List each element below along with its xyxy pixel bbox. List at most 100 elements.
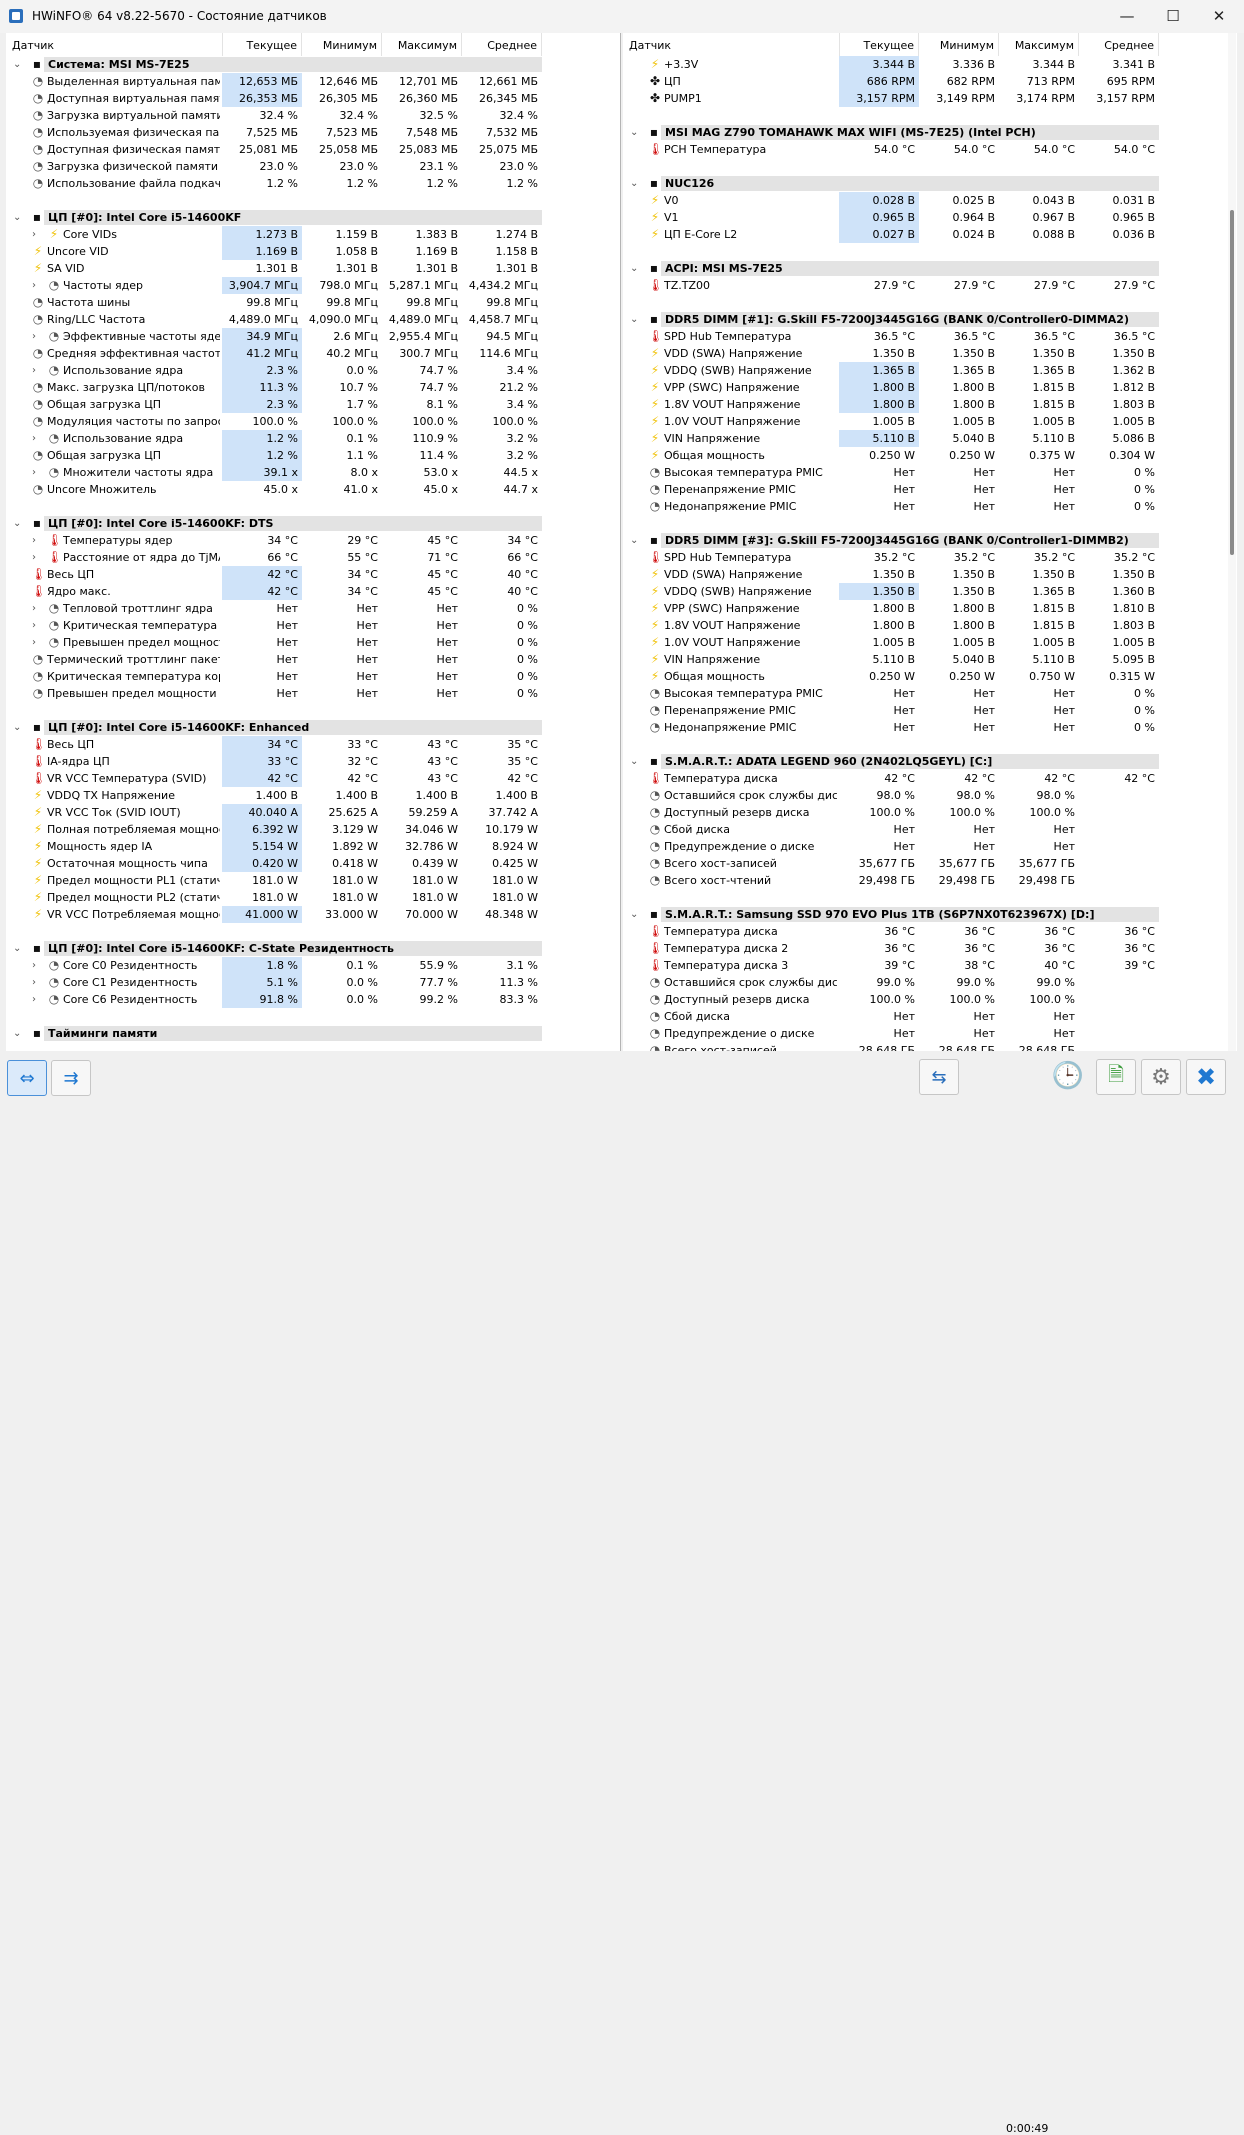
scrollbar-thumb[interactable]	[1230, 210, 1234, 555]
collapse-chevron-icon[interactable]: ⌄	[630, 311, 638, 328]
collapse-chevron-icon[interactable]: ⌄	[13, 56, 21, 73]
expand-chevron-icon[interactable]: ›	[32, 600, 36, 617]
sensor-row[interactable]: ⚡ Общая мощность 0.250 W 0.250 W 0.375 W 0.30…	[623, 447, 1237, 464]
header-max[interactable]: Максимум	[382, 33, 462, 56]
expand-chevron-icon[interactable]: ›	[32, 532, 36, 549]
sensor-row[interactable]: ◔ Высокая температура PMIC Нет Нет Нет 0 %	[623, 464, 1237, 481]
expand-chevron-icon[interactable]: ›	[32, 362, 36, 379]
collapse-chevron-icon[interactable]: ⌄	[630, 124, 638, 141]
sensor-row[interactable]: ◔ Загрузка физической памяти 23.0 % 23.0 % 2…	[6, 158, 620, 175]
sensor-row[interactable]: › ◔ Множители частоты ядра 39.1 x 8.0 x 53.0 …	[6, 464, 620, 481]
sensor-row[interactable]: › ◔ Превышен предел мощност... Нет Нет Нет 0 %	[6, 634, 620, 651]
sensor-row[interactable]: ⚡ Предел мощности PL1 (статично) 181.0 W 18…	[6, 872, 620, 889]
header-min[interactable]: Минимум	[919, 33, 999, 56]
header-max[interactable]: Максимум	[999, 33, 1079, 56]
expand-chevron-icon[interactable]: ›	[32, 549, 36, 566]
sensor-row[interactable]: 🌡 VR VCC Температура (SVID) 42 °C 42 °C 43 °…	[6, 770, 620, 787]
collapse-chevron-icon[interactable]: ⌄	[630, 532, 638, 549]
sensor-row[interactable]: › ◔ Тепловой троттлинг ядра Нет Нет Нет 0 %	[6, 600, 620, 617]
sensor-row[interactable]: ◔ Доступный резерв диска 100.0 % 100.0 % 100…	[623, 991, 1237, 1008]
sensor-row[interactable]: 🌡 Весь ЦП 42 °C 34 °C 45 °C 40 °C	[6, 566, 620, 583]
sensor-group-header[interactable]: ⌄ ▪ ЦП [#0]: Intel Core i5-14600KF: C-Stat…	[6, 940, 620, 957]
sensor-row[interactable]: ⚡ Мощность ядер IA 5.154 W 1.892 W 32.786 W 8…	[6, 838, 620, 855]
sensor-group-header[interactable]: ⌄ ▪ NUC126	[623, 175, 1237, 192]
sensor-row[interactable]: ◔ Общая загрузка ЦП 1.2 % 1.1 % 11.4 % 3.2 %	[6, 447, 620, 464]
sensor-row[interactable]: ⚡ V1 0.965 В 0.964 В 0.967 В 0.965 В	[623, 209, 1237, 226]
sensor-row[interactable]: › ◔ Эффективные частоты ядер 34.9 МГц 2.6 МГ…	[6, 328, 620, 345]
logging-button[interactable]: 🗎	[1096, 1059, 1136, 1095]
sensor-row[interactable]: ◔Выделенная виртуальная память12,653 МБ 1…	[6, 73, 620, 90]
sensor-row[interactable]: › ◔ Использование ядра 2.3 % 0.0 % 74.7 % 3.4 …	[6, 362, 620, 379]
sensor-row[interactable]: › 🌡 Расстояние от ядра до TjMAX 66 °C 55 °C 7…	[6, 549, 620, 566]
sensor-row[interactable]: › ◔ Core C0 Резидентность 1.8 % 0.1 % 55.9 % 3…	[6, 957, 620, 974]
sensor-row[interactable]: ◔ Общая загрузка ЦП 2.3 % 1.7 % 8.1 % 3.4 %	[6, 396, 620, 413]
layout-button[interactable]: ⇉	[51, 1060, 91, 1096]
collapse-chevron-icon[interactable]: ⌄	[13, 940, 21, 957]
sensor-group-header[interactable]: ⌄ ▪ ЦП [#0]: Intel Core i5-14600KF: DTS	[6, 515, 620, 532]
sensor-group-header[interactable]: ⌄ ▪ ЦП [#0]: Intel Core i5-14600KF	[6, 209, 620, 226]
expand-chevron-icon[interactable]: ›	[32, 991, 36, 1008]
expand-chevron-icon[interactable]: ›	[32, 328, 36, 345]
collapse-chevron-icon[interactable]: ⌄	[13, 719, 21, 736]
sensor-row[interactable]: ◔ Высокая температура PMIC Нет Нет Нет 0 %	[623, 685, 1237, 702]
sensor-row[interactable]: ◔ Uncore Множитель 45.0 x 41.0 x 45.0 x 44.7 …	[6, 481, 620, 498]
sensor-row[interactable]: › ◔ Использование ядра 1.2 % 0.1 % 110.9 % 3.2…	[6, 430, 620, 447]
sensor-row[interactable]: 🌡 Температура диска 3 39 °C 38 °C 40 °C 39 °C	[623, 957, 1237, 974]
sensor-row[interactable]: ◔ Перенапряжение PMIC Нет Нет Нет 0 %	[623, 702, 1237, 719]
sensor-row[interactable]: ◔Термический троттлинг пакета... Нет Нет Не…	[6, 651, 620, 668]
sensor-group-header[interactable]: ⌄ ▪ MSI MAG Z790 TOMAHAWK MAX WIFI (MS-7E2…	[623, 124, 1237, 141]
header-sensor[interactable]: Датчик	[629, 33, 840, 56]
sensor-row[interactable]: ✤ PUMP1 3,157 RPM 3,149 RPM 3,174 RPM 3,157 R…	[623, 90, 1237, 107]
sensor-row[interactable]: 🌡 Ядро макс. 42 °C 34 °C 45 °C 40 °C	[6, 583, 620, 600]
minimize-button[interactable]: —	[1104, 0, 1150, 32]
expand-chevron-icon[interactable]: ›	[32, 634, 36, 651]
sensor-row[interactable]: ◔ Доступная виртуальная память 26,353 МБ 26…	[6, 90, 620, 107]
sensor-row[interactable]: ◔ Всего хост-записей 35,677 ГБ 35,677 ГБ 35,…	[623, 855, 1237, 872]
sensor-row[interactable]: › ◔ Core C1 Резидентность 5.1 % 0.0 % 77.7 % 1…	[6, 974, 620, 991]
sensor-row[interactable]: ◔ Доступная физическая память 25,081 МБ 25,…	[6, 141, 620, 158]
sensor-row[interactable]: ◔Превышен предел мощности па... Нет Нет Нет…	[6, 685, 620, 702]
sensor-row[interactable]: ⚡ 1.8V VOUT Напряжение 1.800 В 1.800 В 1.815…	[623, 617, 1237, 634]
right-sensor-pane[interactable]: Датчик Текущее Минимум Максимум Среднее …	[623, 33, 1237, 1051]
collapse-chevron-icon[interactable]: ⌄	[630, 260, 638, 277]
expand-collapse-button[interactable]: ⇔	[7, 1060, 47, 1096]
sensor-row[interactable]: ◔ Недонапряжение PMIC Нет Нет Нет 0 %	[623, 719, 1237, 736]
collapse-chevron-icon[interactable]: ⌄	[13, 1025, 21, 1042]
sensor-row[interactable]: ◔ Оставшийся срок службы диска 98.0 % 98.0 …	[623, 787, 1237, 804]
sensor-row[interactable]: ⚡ ЦП E-Core L2 0.027 В 0.024 В 0.088 В 0.036 …	[623, 226, 1237, 243]
exit-button[interactable]: ✖	[1186, 1059, 1226, 1095]
header-min[interactable]: Минимум	[302, 33, 382, 56]
sensor-group-header[interactable]: ⌄ ▪ S.M.A.R.T.: ADATA LEGEND 960 (2N402LQ5…	[623, 753, 1237, 770]
header-avg[interactable]: Среднее	[1079, 33, 1159, 56]
sensor-row[interactable]: ◔ Частота шины 99.8 МГц 99.8 МГц 99.8 МГц 99.…	[6, 294, 620, 311]
header-current[interactable]: Текущее	[839, 33, 919, 56]
expand-chevron-icon[interactable]: ›	[32, 430, 36, 447]
sensor-row[interactable]: ◔ Перенапряжение PMIC Нет Нет Нет 0 %	[623, 481, 1237, 498]
sensor-row[interactable]: ⚡ VIN Напряжение 5.110 В 5.040 В 5.110 В 5.08…	[623, 430, 1237, 447]
sensor-row[interactable]: ⚡ VR VCC Потребляемая мощност...41.000 W 3…	[6, 906, 620, 923]
sensor-row[interactable]: ⚡ VR VCC Ток (SVID IOUT) 40.040 A 25.625 A 5…	[6, 804, 620, 821]
sensor-row[interactable]: 🌡 Весь ЦП 34 °C 33 °C 43 °C 35 °C	[6, 736, 620, 753]
sensor-row[interactable]: ⚡ VPP (SWC) Напряжение 1.800 В 1.800 В 1.815…	[623, 379, 1237, 396]
sensor-row[interactable]: 🌡 TZ.TZ00 27.9 °C 27.9 °C 27.9 °C 27.9 °C	[623, 277, 1237, 294]
sensor-row[interactable]: ⚡ 1.0V VOUT Напряжение 1.005 В 1.005 В 1.005…	[623, 413, 1237, 430]
sensor-row[interactable]: ◔ Доступный резерв диска 100.0 % 100.0 % 100…	[623, 804, 1237, 821]
sensor-row[interactable]: ⚡ VPP (SWC) Напряжение 1.800 В 1.800 В 1.815…	[623, 600, 1237, 617]
sensor-row[interactable]: ◔ Предупреждение о диске Нет Нет Нет	[623, 1025, 1237, 1042]
sensor-group-header[interactable]: ⌄ ▪ DDR5 DIMM [#3]: G.Skill F5-7200J3445G1…	[623, 532, 1237, 549]
close-button[interactable]: ✕	[1196, 0, 1242, 32]
sensor-row[interactable]: › ◔ Частоты ядер 3,904.7 МГц 798.0 МГц 5,287.…	[6, 277, 620, 294]
sensor-row[interactable]: › ⚡ Core VIDs 1.273 В 1.159 В 1.383 В 1.274 В	[6, 226, 620, 243]
maximize-button[interactable]: ☐	[1150, 0, 1196, 32]
network-button[interactable]: ⇆	[919, 1059, 959, 1095]
sensor-row[interactable]: 🌡 IA-ядра ЦП 33 °C 32 °C 43 °C 35 °C	[6, 753, 620, 770]
collapse-chevron-icon[interactable]: ⌄	[13, 209, 21, 226]
sensor-row[interactable]: ◔ Использование файла подкачки 1.2 % 1.2 % 1…	[6, 175, 620, 192]
timer-button[interactable]: 🕒	[1049, 1059, 1087, 1093]
sensor-group-header[interactable]: ⌄ ▪ ACPI: MSI MS-7E25	[623, 260, 1237, 277]
sensor-row[interactable]: ◔ Загрузка виртуальной памяти 32.4 % 32.4 %…	[6, 107, 620, 124]
sensor-row[interactable]: ⚡ VDD (SWA) Напряжение 1.350 В 1.350 В 1.350…	[623, 345, 1237, 362]
sensor-row[interactable]: ⚡ SA VID 1.301 В 1.301 В 1.301 В 1.301 В	[6, 260, 620, 277]
sensor-row[interactable]: 🌡 SPD Hub Температура 35.2 °C 35.2 °C 35.2 °…	[623, 549, 1237, 566]
sensor-row[interactable]: ✤ ЦП 686 RPM 682 RPM 713 RPM 695 RPM	[623, 73, 1237, 90]
